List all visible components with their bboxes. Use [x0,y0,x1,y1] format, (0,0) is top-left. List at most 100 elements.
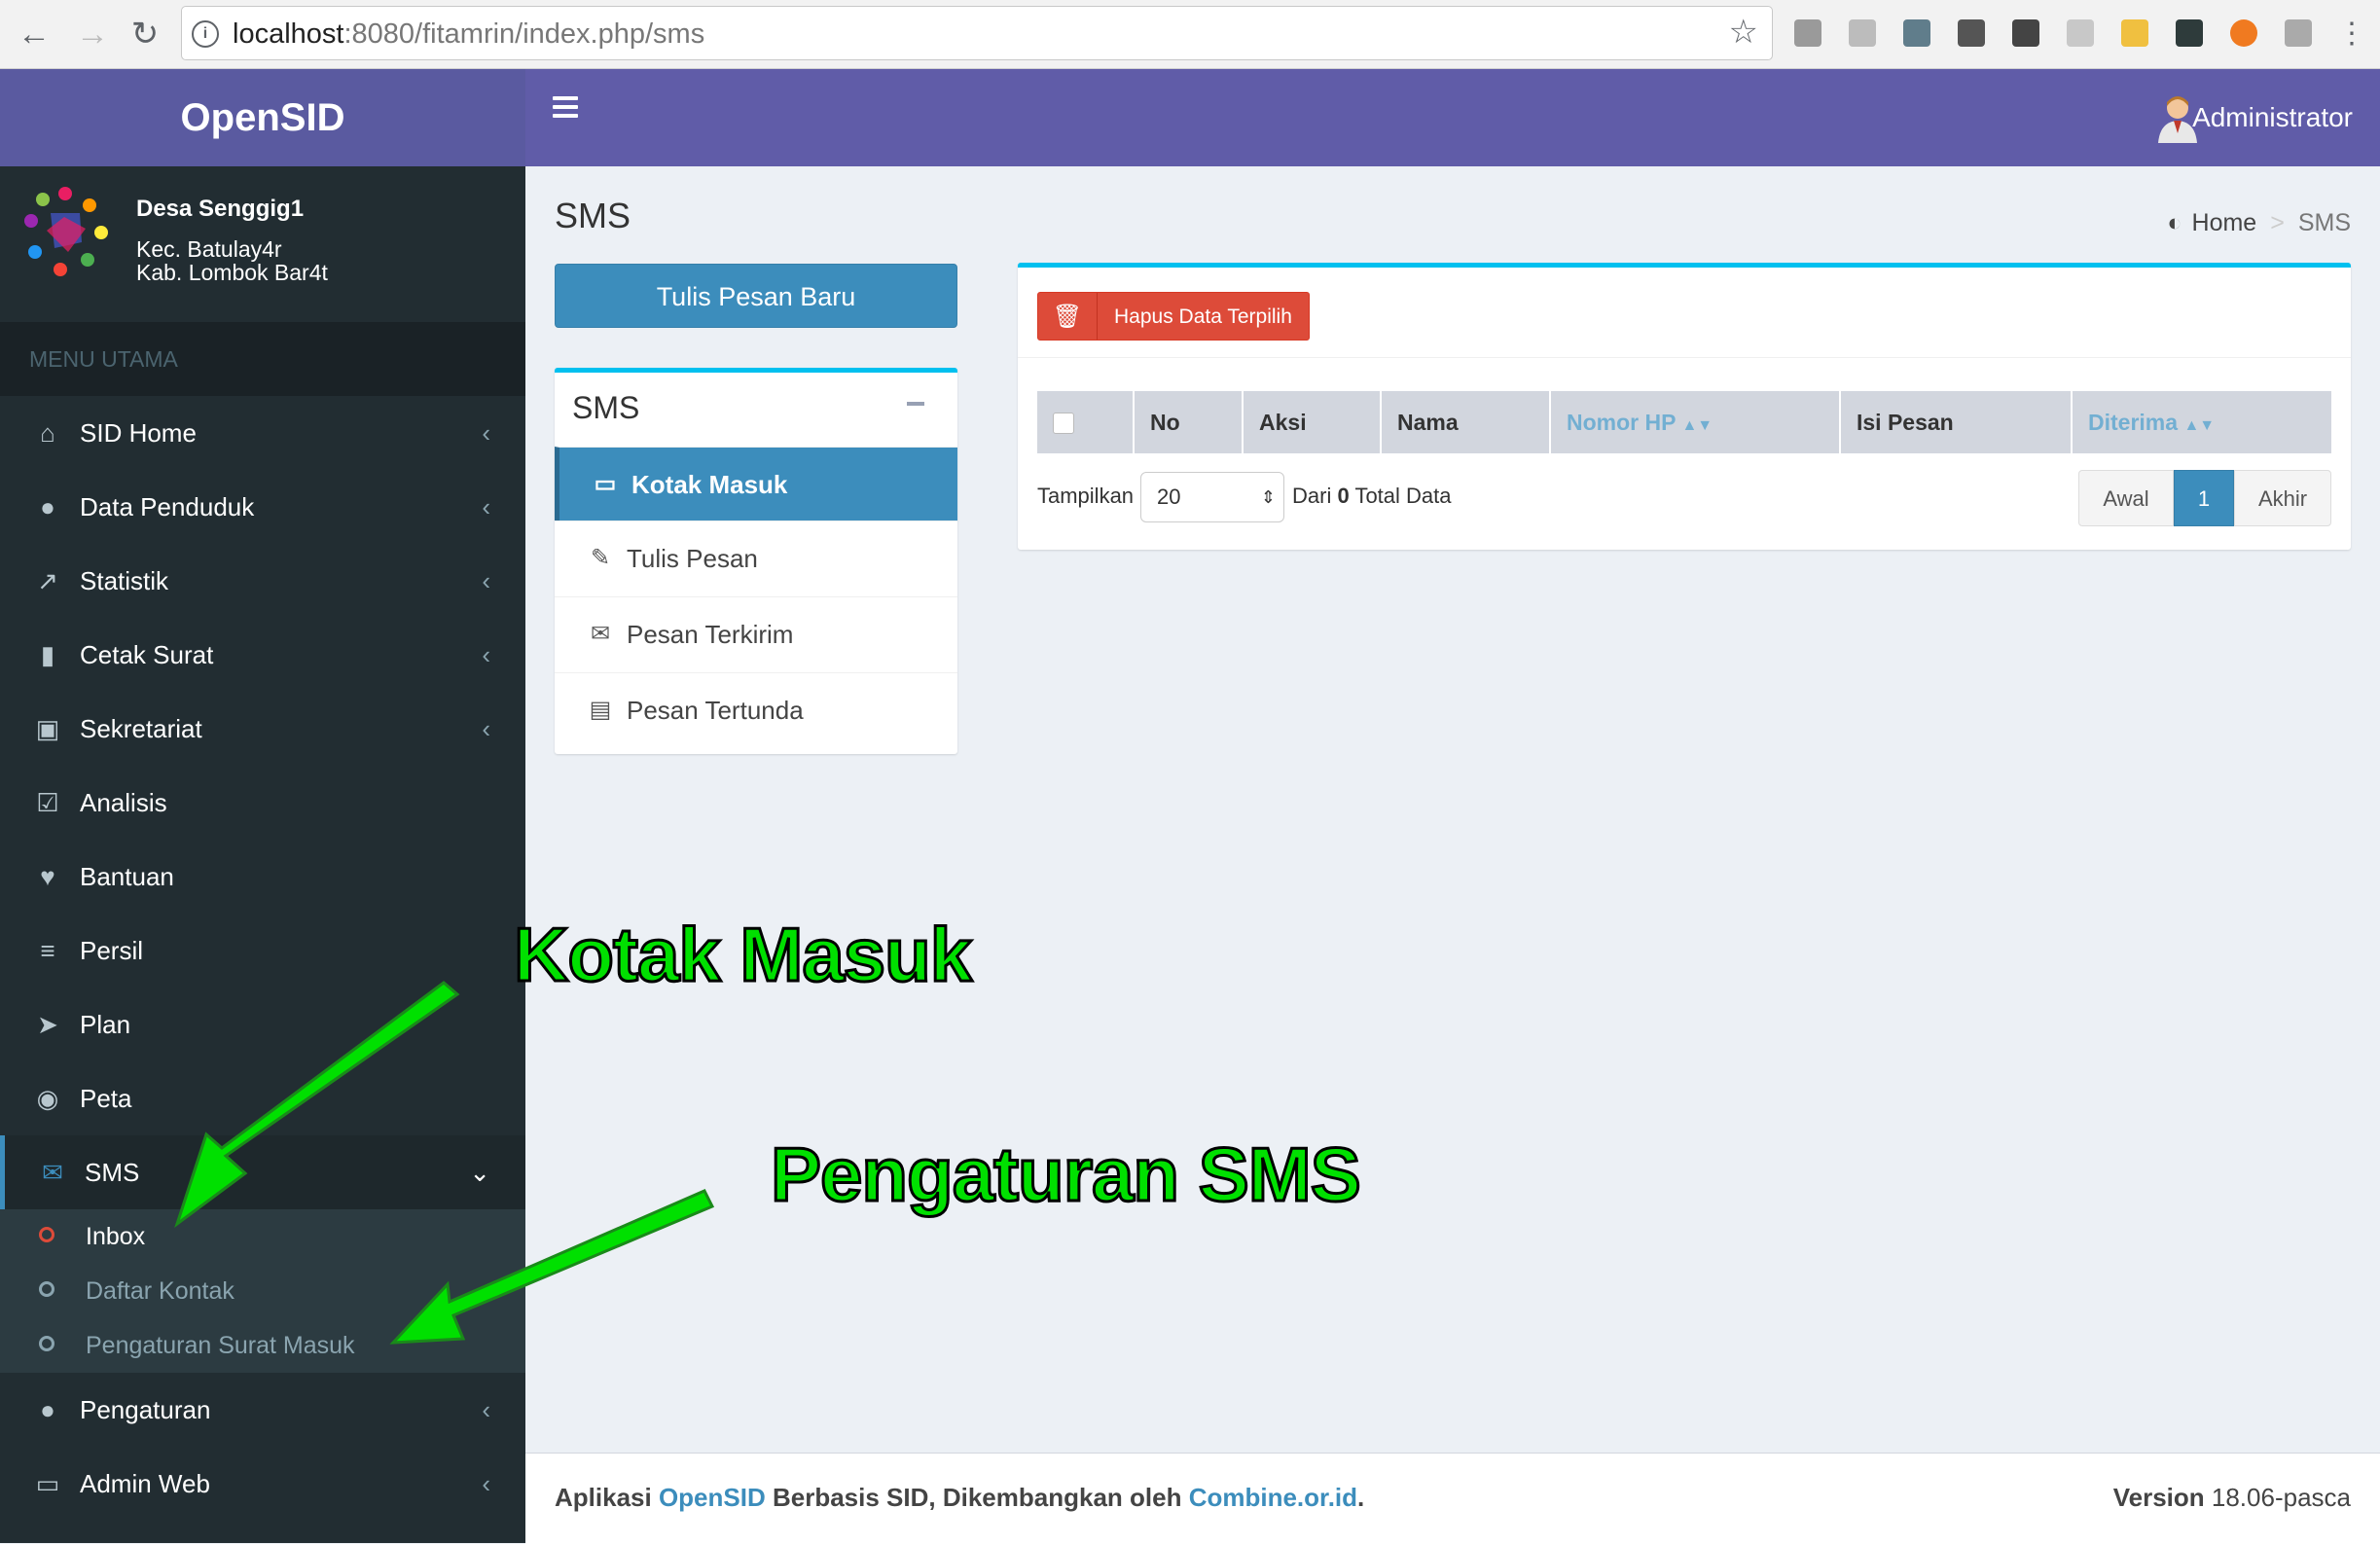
sidebar-item-persil[interactable]: ≡ Persil [0,914,525,987]
folder-kotak-masuk[interactable]: ▭ Kotak Masuk [555,447,957,521]
address-bar[interactable]: i localhost:8080/fitamrin/index.php/sms … [181,6,1773,60]
folder-label: Tulis Pesan [627,544,758,573]
back-icon[interactable]: ← [14,14,54,54]
sidebar-item-admin-web[interactable]: ▭ Admin Web ‹ [0,1447,525,1521]
show-entries-label: Tampilkan [1037,484,1135,508]
folder-box-title: SMS [572,390,640,425]
footer-org-link[interactable]: Combine.or.id [1189,1483,1357,1512]
site-info-icon[interactable]: i [192,20,219,48]
reload-icon[interactable]: ↻ [125,14,165,54]
desktop-icon: ▭ [35,1469,60,1498]
sidebar-item-sid-home[interactable]: ⌂ SID Home ‹ [0,396,525,470]
extension-s-icon[interactable] [2176,19,2203,47]
signpost-icon: ≡ [40,936,55,965]
chart-line-icon: ↗ [37,566,58,595]
extension-stack-icon[interactable] [2285,19,2312,47]
submenu-label: Daftar Kontak [86,1277,234,1305]
column-header-label: Diterima [2088,410,2179,435]
delete-button-label: Hapus Data Terpilih [1114,305,1292,328]
breadcrumb-separator: > [2270,209,2285,236]
annotation-pengaturan-sms: Pengaturan SMS [770,1131,1363,1219]
envelope-outline-icon: ✉ [590,621,611,647]
sidebar-item-label: Bantuan [80,862,174,891]
page-length-value: 20 [1157,485,1181,509]
collapse-minus-icon[interactable] [907,402,924,406]
forward-icon[interactable]: → [72,14,113,54]
folder-label: Pesan Tertunda [627,696,804,725]
footer-app-link[interactable]: OpenSID [659,1483,766,1512]
select-arrows-icon: ⇕ [1260,487,1276,507]
submenu-label: Inbox [86,1223,146,1250]
app-logo[interactable]: OpenSID [0,69,525,166]
extension-b-icon[interactable] [2230,19,2257,47]
sidebar-item-plan[interactable]: ➤ Plan [0,987,525,1061]
sidebar-item-label: Admin Web [80,1469,210,1498]
globe-icon: ◉ [36,1084,59,1113]
sidebar-item-bantuan[interactable]: ♥ Bantuan [0,840,525,914]
envelope-icon: ✉ [42,1158,63,1187]
sidebar-item-data-penduduk[interactable]: ● Data Penduduk ‹ [0,470,525,544]
extension-sheets-icon[interactable] [2121,19,2148,47]
sidebar-item-peta[interactable]: ◉ Peta [0,1061,525,1135]
folder-pesan-terkirim[interactable]: ✉ Pesan Terkirim [555,596,957,670]
column-header-diterima[interactable]: Diterima ▲▼ [2073,391,2331,453]
chevron-left-icon: ‹ [482,418,490,448]
sms-submenu: Inbox Daftar Kontak Pengaturan Surat Mas… [0,1209,525,1373]
folder-tulis-pesan[interactable]: ✎ Tulis Pesan [555,521,957,594]
sidebar-item-cetak-surat[interactable]: ▮ Cetak Surat ‹ [0,618,525,692]
sort-icon: ▲▼ [1681,417,1713,434]
column-header-nomor-hp[interactable]: Nomor HP ▲▼ [1551,391,1841,453]
sidebar-item-sekretariat[interactable]: ▣ Sekretariat ‹ [0,692,525,766]
sort-icon: ▲▼ [2183,417,2216,434]
sidebar-item-label: Analisis [80,788,167,817]
pagination-last-button[interactable]: Akhir [2234,470,2331,526]
extension-card-icon[interactable] [1849,19,1876,47]
browser-menu-icon[interactable]: ⋮ [2331,14,2372,54]
extension-trello-icon[interactable] [1794,19,1821,47]
inbox-table-box: 🗑 Hapus Data Terpilih No Aksi Nama Nomor… [1018,263,2351,550]
select-all-checkbox[interactable] [1053,413,1074,434]
total-data-info: Dari 0 Total Data [1292,484,1452,509]
sidebar-item-pengaturan[interactable]: ● Pengaturan ‹ [0,1373,525,1447]
breadcrumb-home[interactable]: Home [2192,209,2257,236]
users-cog-icon: ● [40,1395,55,1424]
sidebar-item-label: Cetak Surat [80,640,214,669]
sidebar: Desa Senggig1 Kec. Batulay4r Kab. Lombok… [0,166,525,1543]
folder-pesan-tertunda[interactable]: ▤ Pesan Tertunda [555,672,957,746]
total-count: 0 [1337,484,1350,508]
extension-lightbulb-icon[interactable] [2012,19,2039,47]
page-length-select[interactable]: 20 ⇕ [1140,472,1284,522]
pagination: Awal 1 Akhir [2078,470,2331,526]
footer-middle: Berbasis SID, Dikembangkan oleh [772,1483,1182,1512]
sidebar-item-statistik[interactable]: ↗ Statistik ‹ [0,544,525,618]
sidebar-item-analisis[interactable]: ☑ Analisis [0,766,525,840]
browser-toolbar: ← → ↻ i localhost:8080/fitamrin/index.ph… [0,0,2380,69]
pencil-icon: ✎ [590,545,611,571]
breadcrumb-current: SMS [2297,209,2351,236]
archive-icon: ▣ [35,714,60,743]
sidebar-item-label: Plan [80,1010,131,1039]
circle-icon [39,1336,54,1351]
folder-label: Kotak Masuk [631,470,788,499]
admin-username[interactable]: Administrator [2192,102,2353,133]
pagination-page-1[interactable]: 1 [2174,470,2234,526]
submenu-item-daftar-kontak[interactable]: Daftar Kontak [0,1264,525,1318]
sidebar-item-sms[interactable]: ✉ SMS ⌄ [0,1135,525,1209]
sidebar-toggle-icon[interactable] [553,96,578,118]
sidebar-item-label: Sekretariat [80,714,202,743]
submenu-item-inbox[interactable]: Inbox [0,1209,525,1264]
delete-selected-button[interactable]: 🗑 Hapus Data Terpilih [1037,292,1310,341]
select-all-cell [1037,391,1135,453]
column-header-aksi: Aksi [1244,391,1382,453]
check-square-icon: ☑ [36,788,59,817]
submenu-item-pengaturan-surat-masuk[interactable]: Pengaturan Surat Masuk [0,1318,525,1373]
bookmark-star-icon[interactable]: ☆ [1729,13,1758,52]
pagination-first-button[interactable]: Awal [2078,470,2174,526]
chevron-left-icon: ‹ [482,1395,490,1424]
heart-icon: ♥ [40,862,55,891]
compose-new-message-button[interactable]: Tulis Pesan Baru [555,264,957,328]
extension-github-icon[interactable] [1958,19,1985,47]
extension-fish-icon[interactable] [2067,19,2094,47]
chevron-left-icon: ‹ [482,1469,490,1498]
extension-drive-icon[interactable] [1903,19,1930,47]
